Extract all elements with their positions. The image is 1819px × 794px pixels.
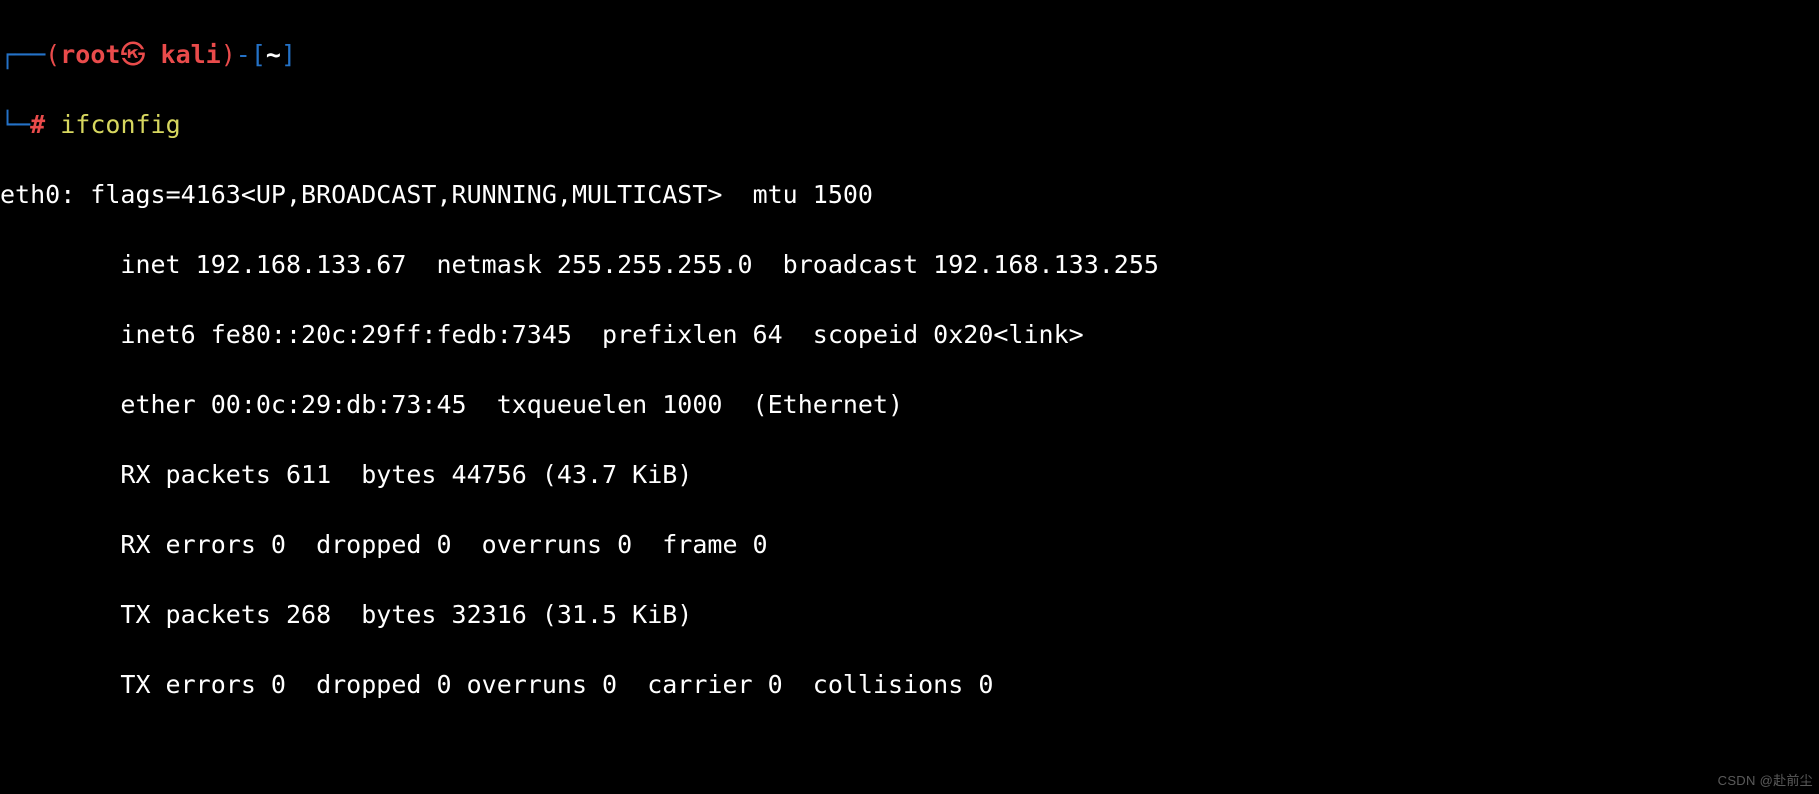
prompt-user: root	[60, 40, 120, 69]
prompt-host-spacer	[145, 40, 160, 69]
eth0-inet: inet 192.168.133.67 netmask 255.255.255.…	[0, 247, 1819, 282]
prompt-close-bracket: ]	[281, 40, 296, 69]
prompt-close-paren: )	[221, 40, 236, 69]
prompt-line-2: └─# ifconfig	[0, 107, 1819, 142]
eth0-rx-packets: RX packets 611 bytes 44756 (43.7 KiB)	[0, 457, 1819, 492]
eth0-ether: ether 00:0c:29:db:73:45 txqueuelen 1000 …	[0, 387, 1819, 422]
blank-line-1	[0, 737, 1819, 772]
skull-icon: ㉿	[120, 40, 145, 69]
prompt-line-1: ┌──(root㉿ kali)-[~]	[0, 35, 1819, 72]
command-text: ifconfig	[60, 110, 180, 139]
watermark-text: CSDN @赴前尘	[1718, 772, 1813, 790]
eth0-inet6: inet6 fe80::20c:29ff:fedb:7345 prefixlen…	[0, 317, 1819, 352]
prompt-open-paren: (	[45, 40, 60, 69]
eth0-tx-errors: TX errors 0 dropped 0 overruns 0 carrier…	[0, 667, 1819, 702]
prompt-dash: -	[236, 40, 251, 69]
prompt-corner-top-icon: ┌──	[0, 40, 45, 69]
terminal-output[interactable]: ┌──(root㉿ kali)-[~] └─# ifconfig eth0: f…	[0, 0, 1819, 794]
prompt-path: ~	[266, 40, 281, 69]
prompt-corner-bottom-icon: └─	[0, 110, 30, 139]
eth0-tx-packets: TX packets 268 bytes 32316 (31.5 KiB)	[0, 597, 1819, 632]
eth0-rx-errors: RX errors 0 dropped 0 overruns 0 frame 0	[0, 527, 1819, 562]
prompt-hash: #	[30, 110, 45, 139]
eth0-header: eth0: flags=4163<UP,BROADCAST,RUNNING,MU…	[0, 177, 1819, 212]
prompt-host: kali	[161, 40, 221, 69]
prompt-open-bracket: [	[251, 40, 266, 69]
